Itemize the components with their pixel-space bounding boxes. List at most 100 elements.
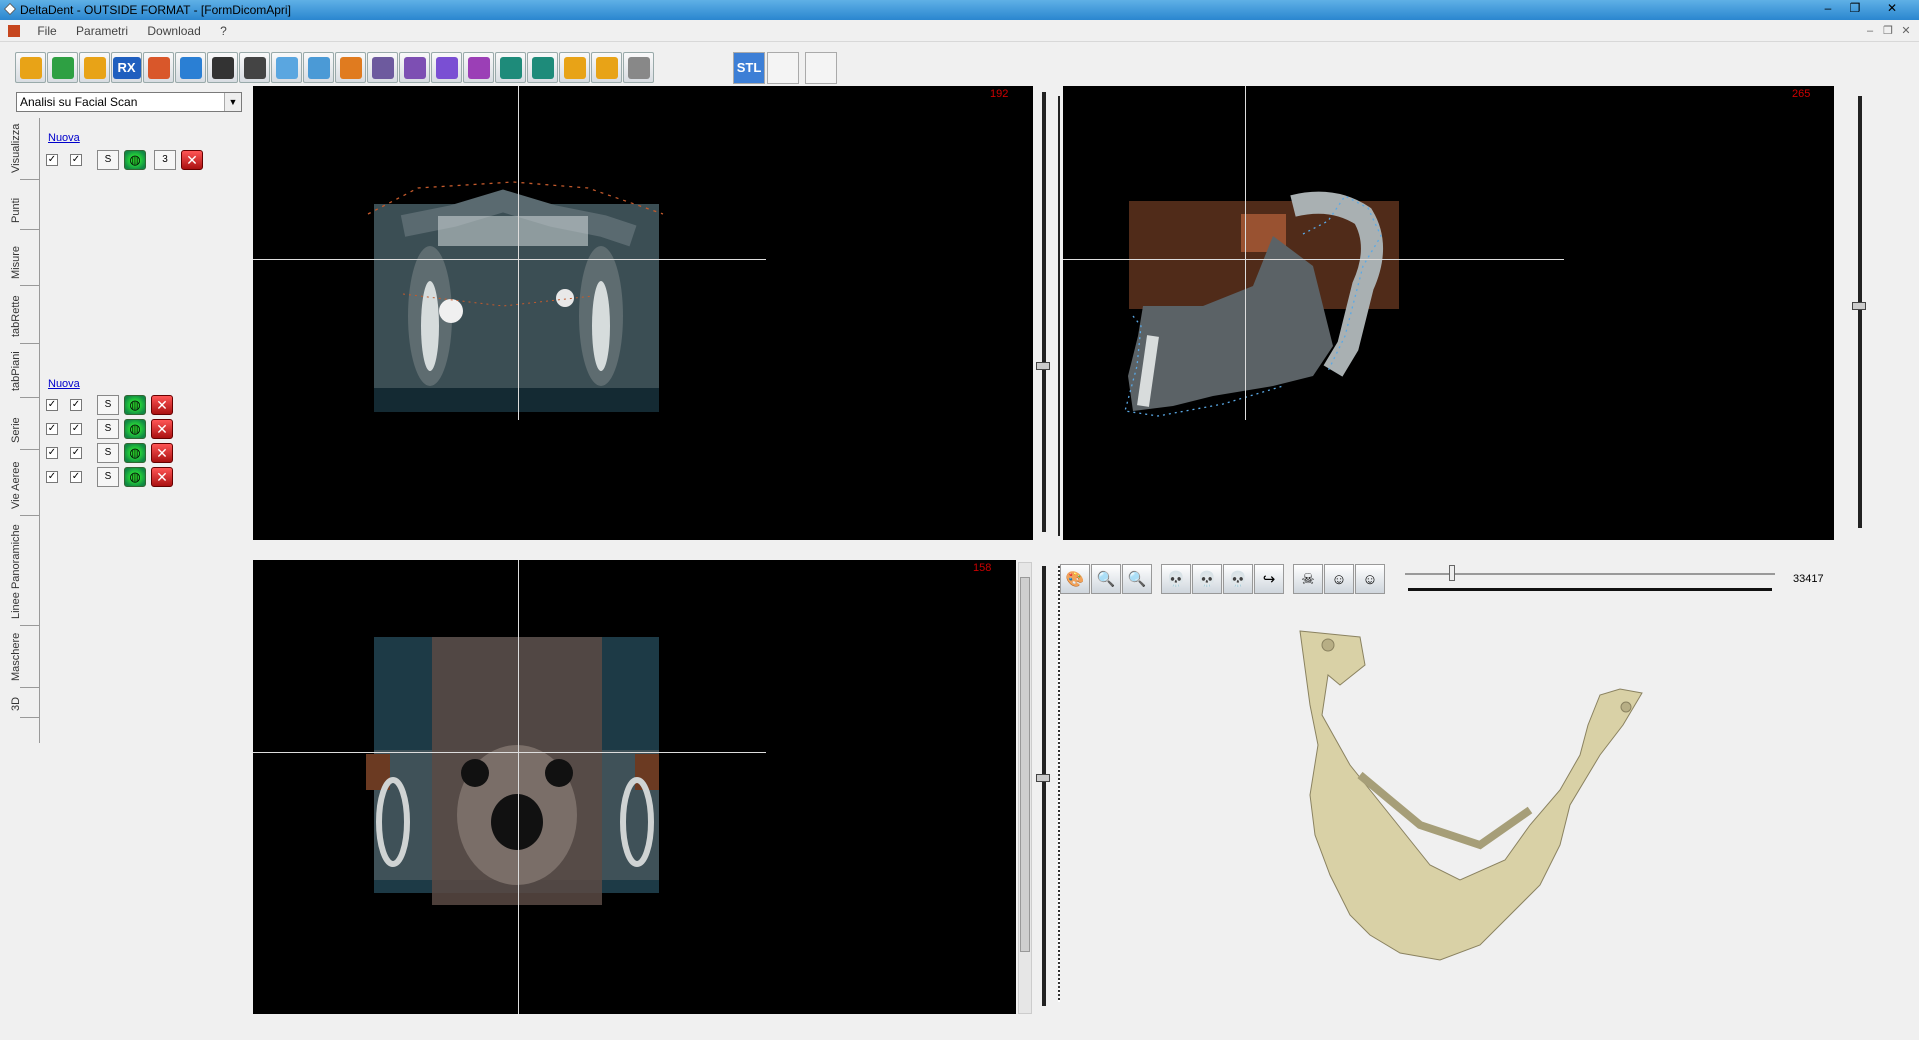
count-field[interactable]: 3 bbox=[154, 150, 176, 170]
zoom-in-3d-icon[interactable]: 🔍 bbox=[1122, 564, 1152, 594]
visible-checkbox[interactable]: ✓ bbox=[46, 447, 58, 459]
delete-button[interactable]: ✕ bbox=[181, 150, 203, 170]
nuova-link-2[interactable]: Nuova bbox=[48, 378, 80, 390]
skull-button[interactable] bbox=[367, 52, 398, 83]
axial-slice-slider[interactable] bbox=[1036, 92, 1050, 532]
coronal-crosshair-horizontal[interactable] bbox=[253, 752, 766, 753]
menu-parametri[interactable]: Parametri bbox=[68, 20, 136, 42]
visible-checkbox[interactable]: ✓ bbox=[46, 399, 58, 411]
enabled-checkbox[interactable]: ✓ bbox=[70, 399, 82, 411]
delete-button[interactable]: ✕ bbox=[151, 395, 173, 415]
coronal-slider-knob[interactable] bbox=[1036, 774, 1050, 782]
menu-help[interactable]: ? bbox=[212, 20, 235, 42]
tab-linee-panoramiche[interactable]: Linee Panoramiche bbox=[10, 516, 40, 626]
analysis-select[interactable]: Analisi su Facial Scan ▼ bbox=[16, 92, 242, 112]
printer-button[interactable] bbox=[495, 52, 526, 83]
sagittal-crosshair-vertical[interactable] bbox=[1245, 86, 1246, 420]
minimize-button[interactable]: – bbox=[1816, 0, 1840, 17]
enabled-checkbox[interactable]: ✓ bbox=[70, 423, 82, 435]
zoom-in-button[interactable] bbox=[559, 52, 590, 83]
coronal-scroll-thumb[interactable] bbox=[1020, 577, 1030, 952]
nuova-link-1[interactable]: Nuova bbox=[48, 132, 80, 144]
menu-file[interactable]: File bbox=[29, 20, 64, 42]
sagittal-viewport[interactable]: 265 bbox=[1063, 86, 1834, 540]
axial-viewport[interactable]: 192 bbox=[253, 86, 1033, 540]
skull-dark-icon[interactable]: ☠ bbox=[1293, 564, 1323, 594]
enabled-checkbox[interactable]: ✓ bbox=[70, 154, 82, 166]
tab-maschere[interactable]: Maschere bbox=[10, 626, 40, 688]
sagittal-slice-slider[interactable] bbox=[1852, 96, 1866, 528]
sagittal-slider-knob[interactable] bbox=[1852, 302, 1866, 310]
axial-crosshair-horizontal[interactable] bbox=[253, 259, 766, 260]
menu-download[interactable]: Download bbox=[139, 20, 208, 42]
toolbar-blank-button-2[interactable] bbox=[805, 52, 837, 84]
delete-button[interactable]: ✕ bbox=[151, 419, 173, 439]
zoom-out-button[interactable] bbox=[591, 52, 622, 83]
threshold-slider[interactable] bbox=[1405, 565, 1775, 581]
zoom-out-3d-icon[interactable]: 🔍 bbox=[1091, 564, 1121, 594]
visible-checkbox[interactable]: ✓ bbox=[46, 471, 58, 483]
axial-slider-knob[interactable] bbox=[1036, 362, 1050, 370]
head-profile-dark-button[interactable] bbox=[207, 52, 238, 83]
maximize-button[interactable]: ❐ bbox=[1843, 0, 1867, 17]
rx-button[interactable]: RX bbox=[111, 52, 142, 83]
vertical-arrows-button[interactable] bbox=[463, 52, 494, 83]
apply-button[interactable]: ◍ bbox=[124, 467, 146, 487]
s-button[interactable]: S bbox=[97, 443, 119, 463]
stl-button[interactable]: STL bbox=[733, 52, 765, 84]
measure-probe-button[interactable] bbox=[303, 52, 334, 83]
enabled-checkbox[interactable]: ✓ bbox=[70, 447, 82, 459]
tab-tabrette[interactable]: tabRette bbox=[10, 286, 40, 344]
skull-side-icon[interactable]: 💀 bbox=[1223, 564, 1253, 594]
open-folder-button[interactable] bbox=[15, 52, 46, 83]
coronal-crosshair-vertical[interactable] bbox=[518, 560, 519, 1014]
crosshair-axes-button[interactable] bbox=[175, 52, 206, 83]
sagittal-crosshair-horizontal[interactable] bbox=[1063, 259, 1564, 260]
rotate-arrow-icon[interactable]: ↪ bbox=[1254, 564, 1284, 594]
mdi-minimize-button[interactable]: – bbox=[1862, 24, 1878, 38]
palette-icon[interactable]: 🎨 bbox=[1060, 564, 1090, 594]
delete-button[interactable]: ✕ bbox=[151, 467, 173, 487]
toolbar-blank-button-1[interactable] bbox=[767, 52, 799, 84]
apply-button[interactable]: ◍ bbox=[124, 443, 146, 463]
tab-punti[interactable]: Punti bbox=[10, 180, 40, 230]
delete-button[interactable]: ✕ bbox=[151, 443, 173, 463]
tab-tabpiani[interactable]: tabPiani bbox=[10, 344, 40, 398]
implant-button[interactable] bbox=[335, 52, 366, 83]
s-button[interactable]: S bbox=[97, 150, 119, 170]
s-button[interactable]: S bbox=[97, 419, 119, 439]
axial-crosshair-vertical[interactable] bbox=[518, 86, 519, 420]
close-button[interactable]: ✕ bbox=[1880, 0, 1904, 17]
visible-checkbox[interactable]: ✓ bbox=[46, 423, 58, 435]
coronal-scrollbar[interactable] bbox=[1018, 562, 1032, 1014]
mdi-close-button[interactable]: ✕ bbox=[1898, 24, 1914, 38]
visible-checkbox[interactable]: ✓ bbox=[46, 154, 58, 166]
face-side-icon[interactable]: ☺ bbox=[1355, 564, 1385, 594]
tab-3d[interactable]: 3D bbox=[10, 688, 40, 718]
s-button[interactable]: S bbox=[97, 467, 119, 487]
mdi-restore-button[interactable]: ❐ bbox=[1880, 24, 1896, 38]
threshold-slider-thumb[interactable] bbox=[1449, 565, 1455, 581]
skull-top-icon[interactable]: 💀 bbox=[1192, 564, 1222, 594]
printer-preview-button[interactable] bbox=[527, 52, 558, 83]
enabled-checkbox[interactable]: ✓ bbox=[70, 471, 82, 483]
mandible-3d-model[interactable] bbox=[1060, 615, 1880, 1025]
coronal-viewport[interactable]: 158 bbox=[253, 560, 1016, 1014]
apply-button[interactable]: ◍ bbox=[124, 395, 146, 415]
export-folder-button[interactable] bbox=[79, 52, 110, 83]
s-button[interactable]: S bbox=[97, 395, 119, 415]
tab-misure[interactable]: Misure bbox=[10, 230, 40, 286]
chevron-down-icon[interactable]: ▼ bbox=[224, 93, 241, 111]
document-icon[interactable] bbox=[8, 25, 20, 37]
apply-button[interactable]: ◍ bbox=[124, 419, 146, 439]
head-profile-button[interactable] bbox=[239, 52, 270, 83]
confirm-check-button[interactable] bbox=[47, 52, 78, 83]
skull-front-icon[interactable]: 💀 bbox=[1161, 564, 1191, 594]
orthopanoramic-button[interactable] bbox=[143, 52, 174, 83]
face-front-icon[interactable]: ☺ bbox=[1324, 564, 1354, 594]
tab-visualizza[interactable]: Visualizza bbox=[10, 118, 40, 180]
arch-curve-button[interactable] bbox=[431, 52, 462, 83]
tab-serie[interactable]: Serie bbox=[10, 398, 40, 450]
gray-square-button[interactable] bbox=[623, 52, 654, 83]
grid-search-button[interactable] bbox=[399, 52, 430, 83]
